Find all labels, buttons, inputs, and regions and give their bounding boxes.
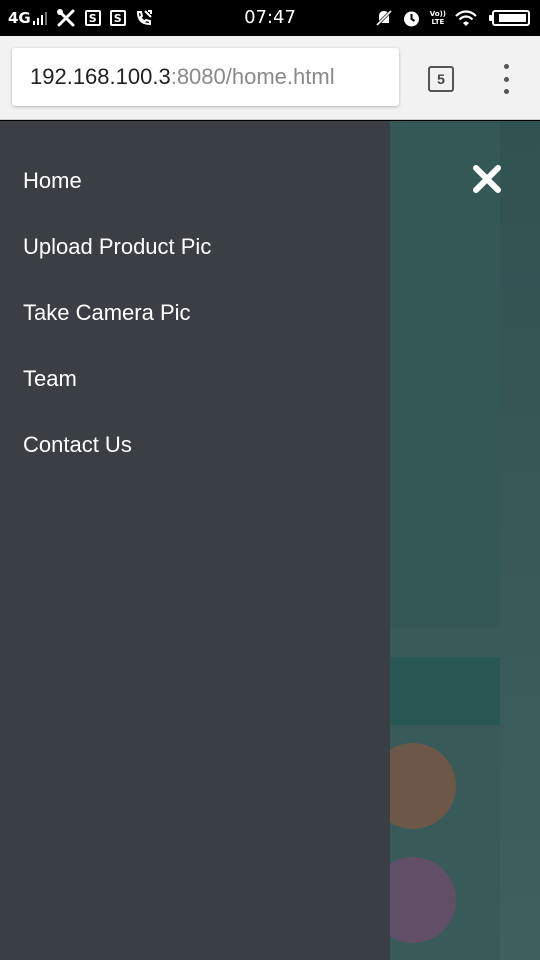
menu-item-take-camera-pic[interactable]: Take Camera Pic bbox=[23, 300, 191, 326]
status-right: Vo)) LTE bbox=[375, 0, 530, 36]
wifi-icon bbox=[455, 9, 477, 26]
status-bar: 4G S S 07:47 Vo)) LTE bbox=[0, 0, 540, 36]
tab-switcher-button[interactable]: 5 bbox=[428, 66, 454, 92]
close-icon[interactable] bbox=[470, 162, 504, 196]
battery-icon bbox=[489, 10, 530, 26]
battery-fill bbox=[499, 14, 526, 22]
alarm-icon bbox=[403, 11, 419, 26]
url-bar[interactable]: 192.168.100.3:8080/home.html bbox=[12, 48, 399, 106]
navigation-drawer: Home Upload Product Pic Take Camera Pic … bbox=[0, 121, 390, 960]
url-host: 192.168.100.3 bbox=[30, 64, 171, 89]
volte-icon: Vo)) LTE bbox=[430, 10, 446, 26]
mute-icon bbox=[375, 9, 392, 27]
menu-item-upload-product-pic[interactable]: Upload Product Pic bbox=[23, 234, 211, 260]
menu-item-team[interactable]: Team bbox=[23, 366, 77, 392]
volte-top-label: Vo)) bbox=[429, 10, 446, 18]
url-path: :8080/home.html bbox=[170, 64, 335, 89]
menu-item-home[interactable]: Home bbox=[23, 168, 82, 194]
browser-toolbar: 192.168.100.3:8080/home.html 5 bbox=[0, 36, 540, 120]
volte-bottom-label: LTE bbox=[431, 18, 445, 26]
more-vert-icon[interactable] bbox=[498, 64, 514, 94]
menu-item-contact-us[interactable]: Contact Us bbox=[23, 432, 132, 458]
